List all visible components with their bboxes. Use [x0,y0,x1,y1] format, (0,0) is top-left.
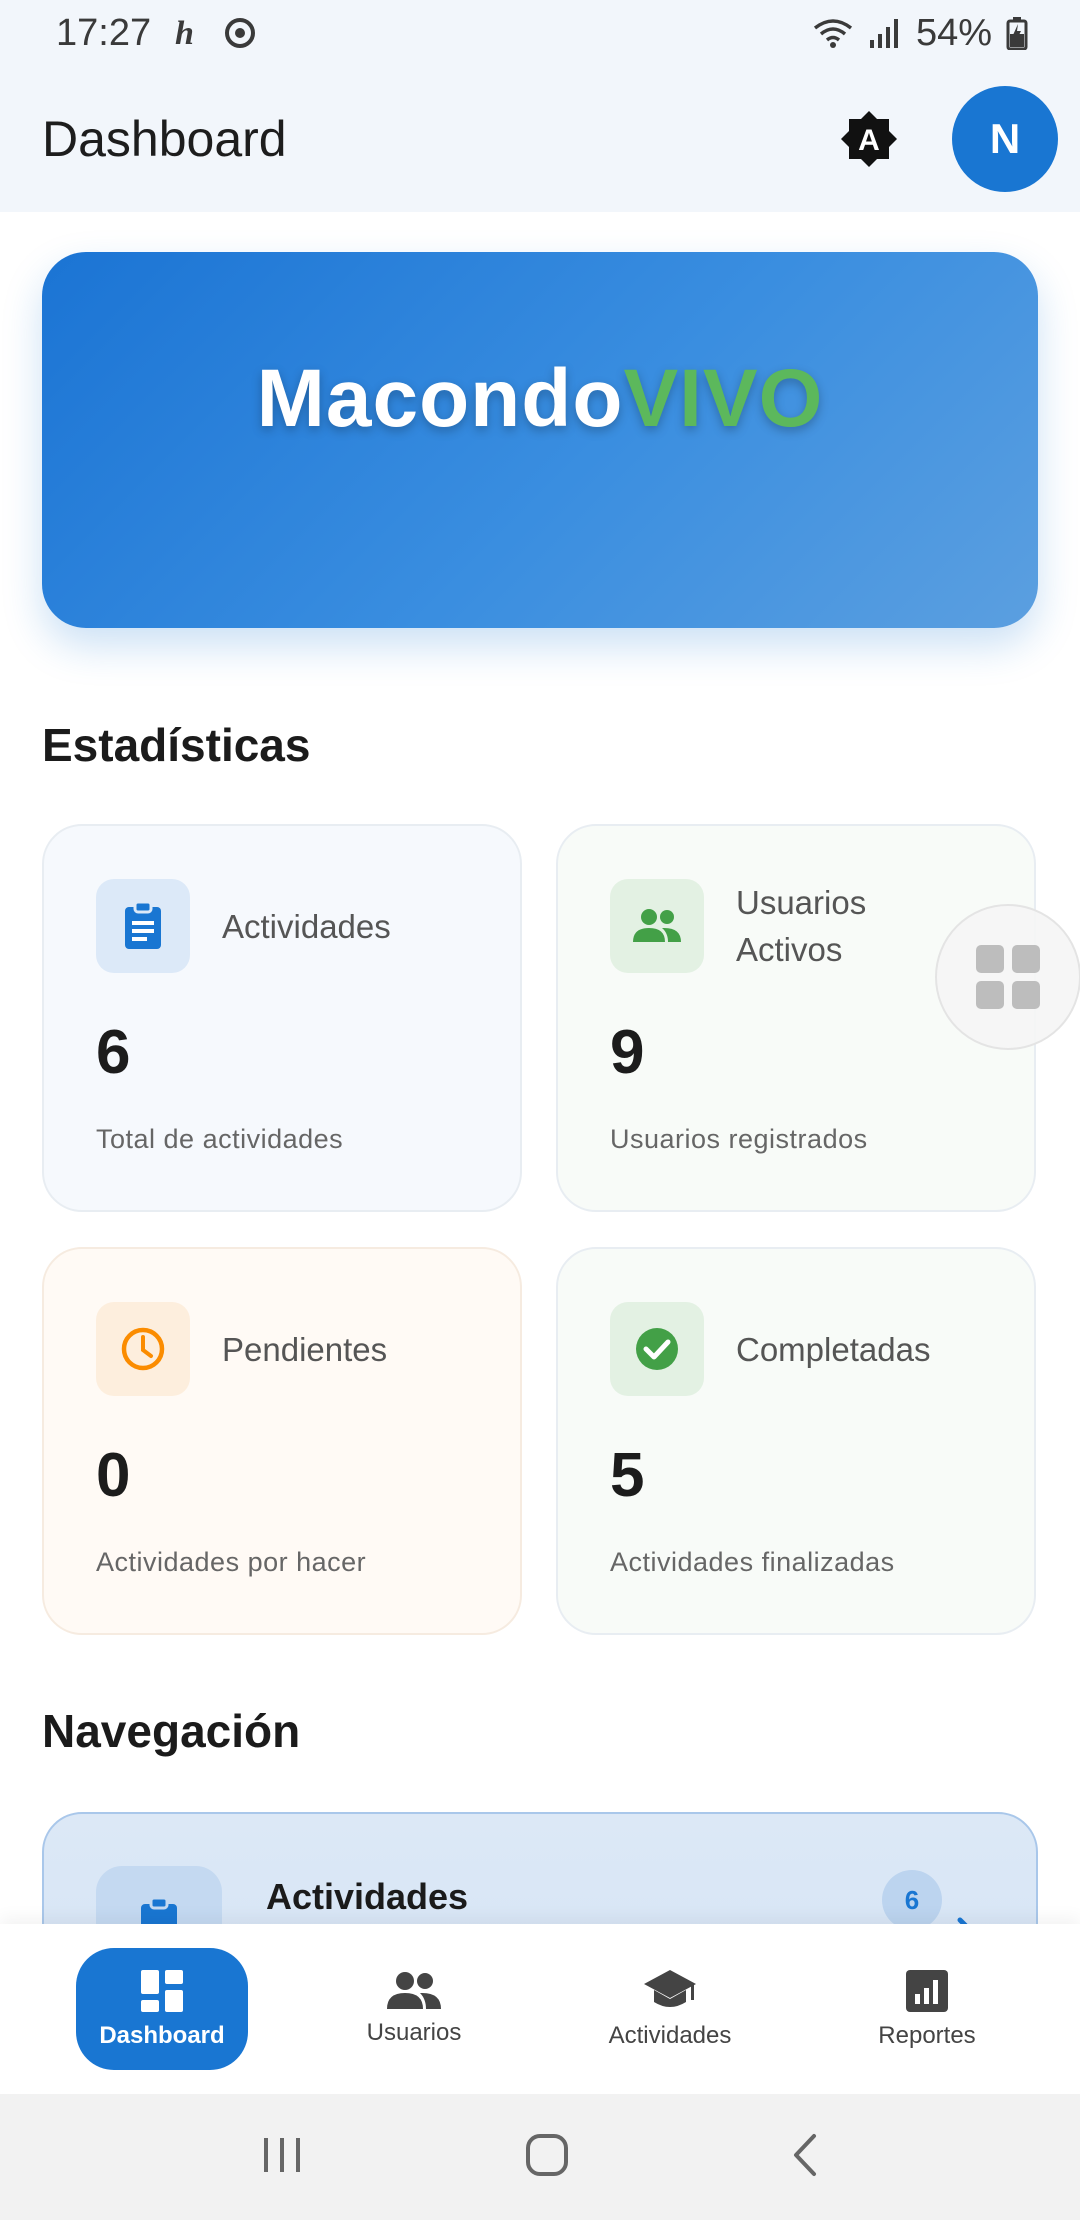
stat-subtitle: Total de actividades [96,1124,344,1154]
brand-banner: MacondoVIVO [42,252,1038,628]
dashboard-icon [141,1970,183,2012]
page-title: Dashboard [42,111,287,167]
clock-icon [96,1302,190,1396]
stat-value: 0 [96,1441,131,1510]
people-icon [387,1972,441,2009]
floating-apps-button[interactable] [935,904,1080,1050]
dashboard-content[interactable]: MacondoVIVO Estadísticas Actividades 6 T… [0,212,1080,1924]
tab-label: Reportes [878,2022,976,2049]
theme-toggle-button[interactable]: A [836,106,902,172]
system-navigation-bar [0,2094,1080,2220]
back-icon [794,2133,816,2176]
status-time: 17:27 [56,11,152,54]
back-button[interactable] [790,2132,820,2183]
home-icon [526,2133,568,2176]
app-actions: A N [836,86,1058,192]
svg-text:A: A [858,124,880,157]
status-left: 17:27 h [56,12,257,55]
brand-name-part1: Macondo [256,353,624,444]
stat-subtitle: Actividades finalizadas [610,1547,895,1577]
card-header: Usuarios Activos [610,878,982,974]
navigation-section-title: Navegación [42,1705,301,1757]
nav-item-activities[interactable]: Actividades 6 [42,1812,1038,1924]
nav-item-label: Actividades [266,1876,469,1917]
bottom-navigation: Dashboard Usuarios Actividades Reportes [0,1924,1080,2094]
stat-subtitle: Actividades por hacer [96,1547,367,1577]
recent-apps-icon [264,2137,300,2172]
card-header: Actividades [96,878,468,974]
stat-label: Actividades [222,907,391,945]
grid-icon [976,945,1040,1009]
status-right: 54% [812,12,1028,55]
home-button[interactable] [524,2132,570,2183]
bar-chart-icon [906,1970,948,2012]
auto-brightness-icon: A [841,111,897,167]
stats-section-title: Estadísticas [42,719,311,771]
check-circle-icon [610,1302,704,1396]
wifi-icon [812,16,854,50]
people-icon [610,879,704,973]
stat-value: 9 [610,1018,645,1087]
recent-apps-button[interactable] [260,2134,304,2181]
sync-icon [223,16,257,50]
stat-label: Usuarios Activos [736,884,867,968]
brand-name-part2: VIVO [623,353,824,444]
svg-text:h: h [175,16,194,50]
tab-dashboard[interactable]: Dashboard [76,1948,248,2070]
battery-icon [1006,16,1028,50]
battery-percent: 54% [915,11,992,54]
school-icon [644,1970,696,2007]
tab-label: Dashboard [99,2022,225,2049]
tab-label: Actividades [608,2022,732,2049]
stat-label: Pendientes [222,1330,388,1368]
card-header: Pendientes [96,1301,468,1397]
stat-label: Completadas [736,1330,931,1368]
tab-usuarios[interactable]: Usuarios [330,1948,498,2070]
stat-card-pending[interactable]: Pendientes 0 Actividades por hacer [42,1247,522,1635]
count-badge: 6 [882,1870,942,1924]
stat-card-completed[interactable]: Completadas 5 Actividades finalizadas [556,1247,1036,1635]
avatar[interactable]: N [952,86,1058,192]
brand-logo-text: MacondoVIVO [257,352,824,446]
chevron-right-icon [952,1914,982,1924]
signal-icon [868,16,902,50]
clipboard-icon [96,1866,222,1924]
status-bar: 17:27 h 54% [0,0,1080,66]
stat-value: 6 [96,1018,131,1087]
stat-value: 5 [610,1441,645,1510]
card-header: Completadas [610,1301,982,1397]
stat-subtitle: Usuarios registrados [610,1124,868,1154]
tab-reportes[interactable]: Reportes [846,1948,1008,2070]
h-icon: h [175,16,199,50]
tab-actividades[interactable]: Actividades [584,1948,756,2070]
clipboard-icon [96,879,190,973]
tab-label: Usuarios [366,2019,462,2046]
app-bar: Dashboard A N [0,66,1080,212]
stat-card-activities[interactable]: Actividades 6 Total de actividades [42,824,522,1212]
